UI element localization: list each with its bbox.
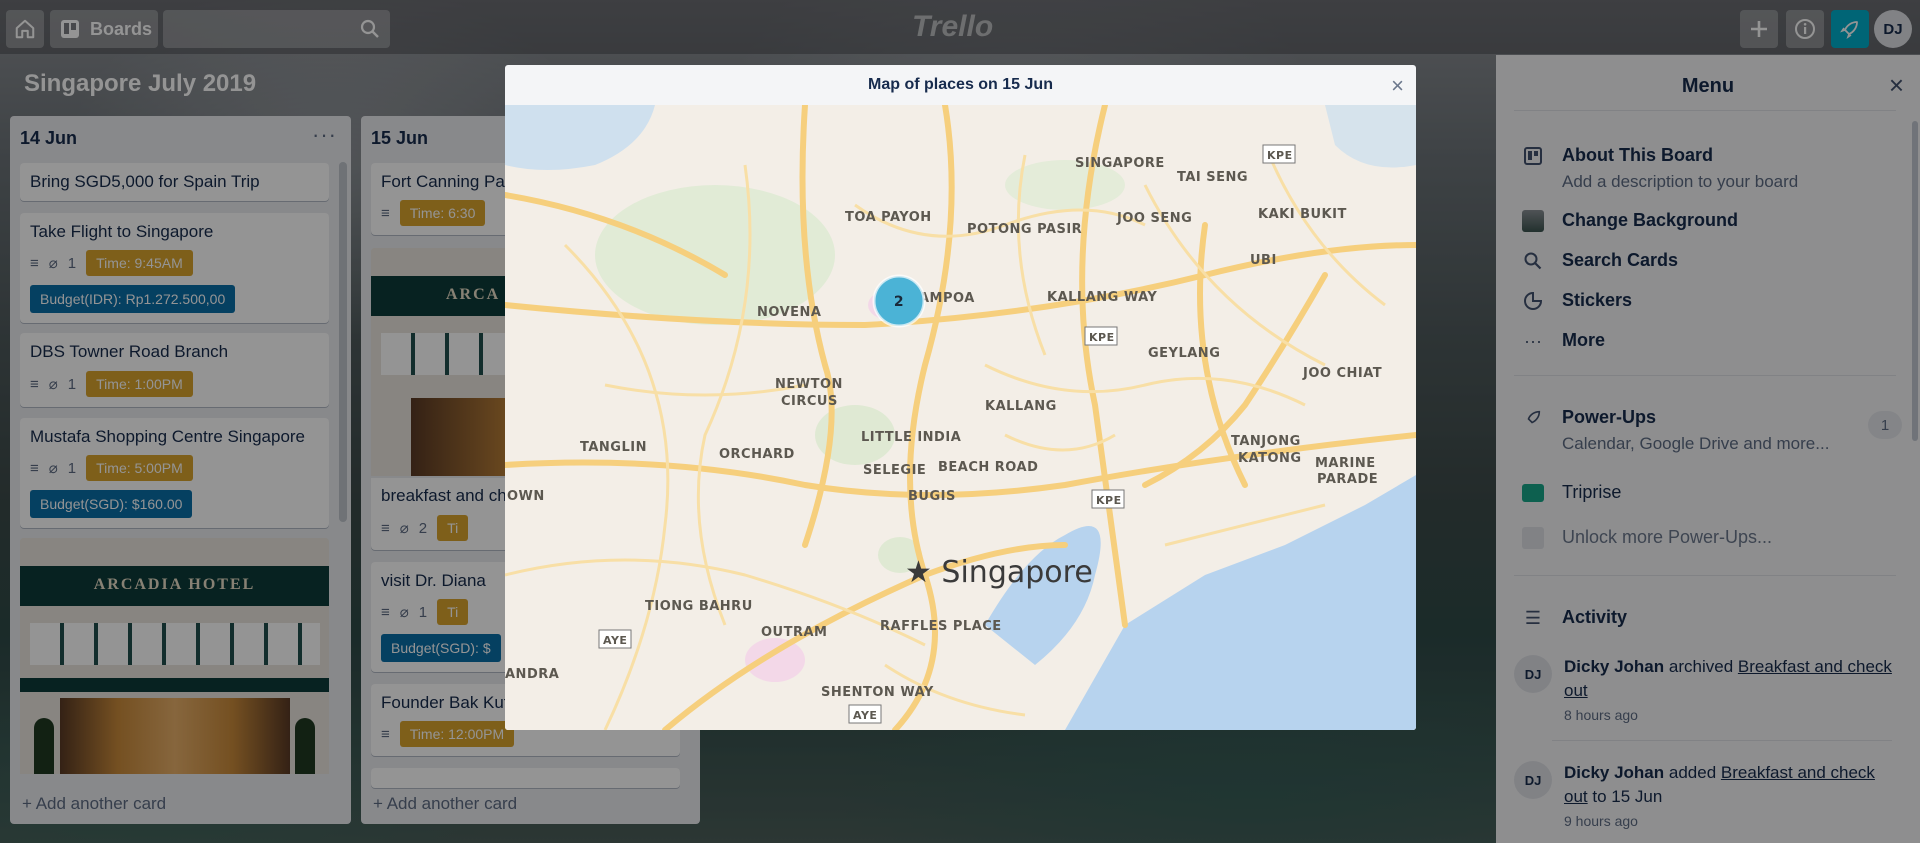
map-view[interactable]: SINGAPORE TAI SENG TOA PAYOH POTONG PASI… [505,102,1416,730]
map-label: SELEGIE [863,463,926,478]
map-label: SINGAPORE [1075,156,1165,171]
highway-shield: AYE [848,704,882,724]
highway-shield: KPE [1084,326,1118,346]
map-label: KALLANG WAY [1047,290,1157,305]
map-label: TIONG BAHRU [645,599,753,614]
map-label: KAKI BUKIT [1258,207,1347,222]
map-city-label: ★ Singapore [905,555,1093,590]
map-label: ANDRA [505,667,559,682]
map-label: NOVENA [757,305,821,320]
map-label: TANJONG [1231,434,1301,449]
svg-text:KPE: KPE [1089,331,1115,344]
map-label: OWN [507,489,545,504]
close-icon[interactable]: × [1391,73,1404,99]
modal-title: Map of places on 15 Jun [868,76,1053,93]
svg-text:AYE: AYE [853,709,877,722]
map-label: JOO SENG [1116,211,1192,226]
svg-text:AYE: AYE [603,634,627,647]
svg-text:KPE: KPE [1096,494,1122,507]
highway-shield: AYE [598,629,632,649]
cluster-count: 2 [894,294,904,310]
map-label: PARADE [1317,472,1378,487]
map-canvas[interactable]: SINGAPORE TAI SENG TOA PAYOH POTONG PASI… [505,102,1416,730]
map-label: MARINE [1315,456,1376,471]
map-label: AMPOA [919,291,975,306]
map-label: SHENTON WAY [821,685,934,700]
map-label: RAFFLES PLACE [880,619,1002,634]
map-label: JOO CHIAT [1302,366,1382,381]
highway-shield: KPE [1262,144,1296,164]
map-label: TAI SENG [1177,170,1248,185]
map-label: BUGIS [908,489,956,504]
map-label: LITTLE INDIA [861,430,961,445]
map-label: BEACH ROAD [938,460,1038,475]
highway-shield: KPE [1091,489,1125,509]
map-label: NEWTON [775,377,843,392]
svg-text:KPE: KPE [1267,149,1293,162]
map-label: UBI [1250,253,1277,268]
map-label: TANGLIN [580,440,647,455]
map-label: CIRCUS [781,394,838,409]
map-label: KALLANG [985,399,1057,414]
map-label: ORCHARD [719,447,795,462]
map-label: KATONG [1238,451,1302,466]
map-label: OUTRAM [761,625,827,640]
map-label: TOA PAYOH [845,210,932,225]
map-label: GEYLANG [1148,346,1220,361]
map-modal: Map of places on 15 Jun × SINGAPORE TAI … [505,65,1416,730]
map-label: POTONG PASIR [967,222,1082,237]
